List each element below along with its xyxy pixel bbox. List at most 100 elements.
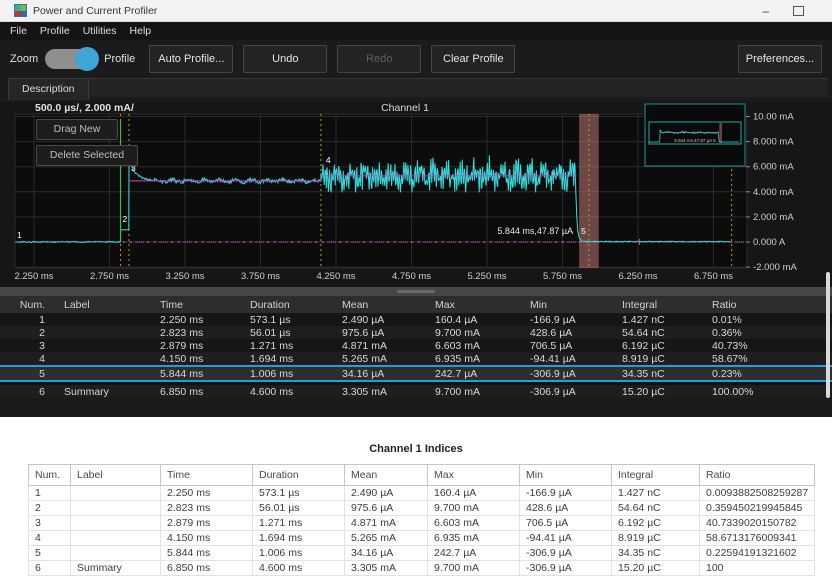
- window-title: Power and Current Profiler: [33, 5, 157, 17]
- indices-cell: 15.20 µC: [612, 561, 700, 576]
- y-axis-label: 6.000 mA: [753, 162, 794, 173]
- column-header[interactable]: Num.: [0, 299, 58, 311]
- auto-profile-button[interactable]: Auto Profile...: [149, 45, 233, 73]
- indices-column-header: Max: [428, 465, 520, 486]
- table-row-selected[interactable]: 55.844 ms1.006 ms34.16 µA242.7 µA-306.9 …: [0, 365, 832, 382]
- column-header[interactable]: Min: [524, 299, 616, 311]
- indices-cell: 706.5 µA: [520, 516, 612, 531]
- clear-profile-button[interactable]: Clear Profile: [431, 45, 515, 73]
- indices-cell: 100: [700, 561, 815, 576]
- table-cell: 4.600 ms: [244, 386, 336, 398]
- tab-description[interactable]: Description: [8, 78, 89, 100]
- table-cell: 58.67%: [706, 353, 832, 365]
- indices-cell: 4.600 ms: [253, 561, 345, 576]
- indices-cell: 0.0093882508259287: [700, 486, 815, 501]
- menu-help[interactable]: Help: [130, 25, 152, 37]
- table-cell: 56.01 µs: [244, 327, 336, 339]
- indices-table: Num.LabelTimeDurationMeanMaxMinIntegralR…: [28, 464, 815, 576]
- title-bar: Power and Current Profiler –: [0, 0, 832, 22]
- column-header[interactable]: Time: [154, 299, 244, 311]
- indices-cell: -306.9 µA: [520, 546, 612, 561]
- toolbar: Zoom Profile Auto Profile... Undo Redo C…: [0, 40, 832, 78]
- indices-cell: 40.7339020150782: [700, 516, 815, 531]
- table-row[interactable]: 44.150 ms1.694 ms5.265 mA6.935 mA-94.41 …: [0, 352, 832, 365]
- zoom-profile-toggle[interactable]: [45, 49, 97, 69]
- indices-row: 6Summary6.850 ms4.600 ms3.305 mA9.700 mA…: [29, 561, 815, 576]
- indices-cell: 5: [29, 546, 71, 561]
- column-header[interactable]: Max: [429, 299, 524, 311]
- menu-utilities[interactable]: Utilities: [83, 25, 117, 37]
- indices-row: 22.823 ms56.01 µs975.6 µA9.700 mA428.6 µ…: [29, 501, 815, 516]
- table-cell: 0.23%: [706, 368, 832, 380]
- column-header[interactable]: Label: [58, 299, 154, 311]
- menu-file[interactable]: File: [10, 25, 27, 37]
- app-icon: [14, 4, 27, 17]
- table-cell: 1: [0, 314, 58, 326]
- table-row[interactable]: 32.879 ms1.271 ms4.871 mA6.603 mA706.5 µ…: [0, 339, 832, 352]
- indices-cell: 573.1 µs: [253, 486, 345, 501]
- table-cell: 5.265 mA: [336, 353, 429, 365]
- preferences-button[interactable]: Preferences...: [738, 45, 822, 73]
- menu-profile[interactable]: Profile: [40, 25, 70, 37]
- overview-inset[interactable]: [645, 104, 745, 166]
- table-row[interactable]: 22.823 ms56.01 µs975.6 µA9.700 mA428.6 µ…: [0, 326, 832, 339]
- toggle-knob[interactable]: [75, 47, 99, 71]
- table-cell: 54.64 nC: [616, 327, 706, 339]
- indices-cell: 4: [29, 531, 71, 546]
- indices-header-row: Num.LabelTimeDurationMeanMaxMinIntegralR…: [29, 465, 815, 486]
- splitter-grip-icon[interactable]: [397, 290, 435, 293]
- x-axis-label: 4.750 ms: [392, 271, 431, 282]
- indices-row: 44.150 ms1.694 ms5.265 mA6.935 mA-94.41 …: [29, 531, 815, 546]
- table-cell: 1.006 ms: [244, 368, 336, 380]
- x-axis-label: 4.250 ms: [316, 271, 355, 282]
- indices-cell: 54.64 nC: [612, 501, 700, 516]
- menu-bar: File Profile Utilities Help: [0, 22, 832, 40]
- chart-canvas[interactable]: 500.0 µs/, 2.000 mA/Channel 1123455.844 …: [0, 102, 832, 287]
- table-cell: 2.490 µA: [336, 314, 429, 326]
- x-axis-label: 5.250 ms: [467, 271, 506, 282]
- plot-area[interactable]: [15, 114, 747, 268]
- indices-cell: 160.4 µA: [428, 486, 520, 501]
- table-row[interactable]: 12.250 ms573.1 µs2.490 µA160.4 µA-166.9 …: [0, 313, 832, 326]
- column-header[interactable]: Duration: [244, 299, 336, 311]
- x-axis-label: 6.750 ms: [694, 271, 733, 282]
- column-header[interactable]: Mean: [336, 299, 429, 311]
- vertical-scrollbar[interactable]: [826, 272, 830, 398]
- x-axis-label: 2.750 ms: [90, 271, 129, 282]
- cursor-annotation: 5.844 ms,47.87 µA: [497, 226, 573, 236]
- table-cell: 1.427 nC: [616, 314, 706, 326]
- indices-column-header: Min: [520, 465, 612, 486]
- maximize-button[interactable]: [793, 6, 804, 16]
- y-axis-label: 2.000 mA: [753, 212, 794, 223]
- indices-cell: [71, 531, 161, 546]
- indices-cell: -94.41 µA: [520, 531, 612, 546]
- indices-section: Channel 1 Indices Num.LabelTimeDurationM…: [0, 417, 832, 569]
- minimize-button[interactable]: –: [762, 6, 769, 16]
- delete-selected-button[interactable]: Delete Selected: [36, 145, 138, 166]
- panel-splitter[interactable]: [0, 287, 832, 296]
- table-cell: 4.871 mA: [336, 340, 429, 352]
- column-header[interactable]: Integral: [616, 299, 706, 311]
- table-cell: 0.36%: [706, 327, 832, 339]
- zoom-toggle-label: Zoom: [10, 53, 38, 65]
- table-cell: 0.01%: [706, 314, 832, 326]
- table-cell: 706.5 µA: [524, 340, 616, 352]
- table-row[interactable]: 6Summary6.850 ms4.600 ms3.305 mA9.700 mA…: [0, 385, 832, 398]
- drag-new-button[interactable]: Drag New: [36, 119, 118, 140]
- indices-cell: 34.16 µA: [345, 546, 428, 561]
- indices-column-header: Time: [161, 465, 253, 486]
- table-cell: 8.919 µC: [616, 353, 706, 365]
- x-axis-label: 3.750 ms: [241, 271, 280, 282]
- indices-row: 32.879 ms1.271 ms4.871 mA6.603 mA706.5 µ…: [29, 516, 815, 531]
- y-axis-label: 4.000 mA: [753, 187, 794, 198]
- indices-cell: 34.35 nC: [612, 546, 700, 561]
- indices-cell: 2.490 µA: [345, 486, 428, 501]
- undo-button[interactable]: Undo: [243, 45, 327, 73]
- indices-column-header: Mean: [345, 465, 428, 486]
- indices-cell: -166.9 µA: [520, 486, 612, 501]
- column-header[interactable]: Ratio: [706, 299, 832, 311]
- indices-cell: [71, 486, 161, 501]
- table-cell: 4.150 ms: [154, 353, 244, 365]
- indices-column-header: Ratio: [700, 465, 815, 486]
- indices-cell: 1: [29, 486, 71, 501]
